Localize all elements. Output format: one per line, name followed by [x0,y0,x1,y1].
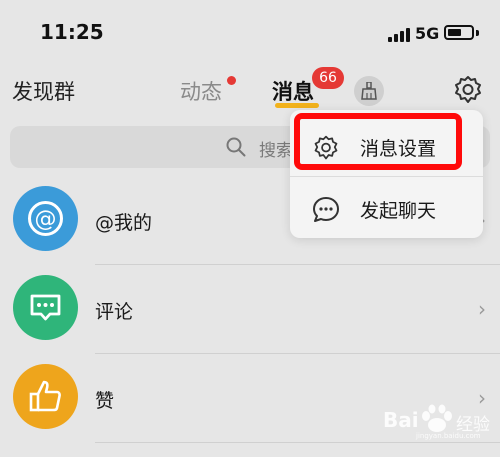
likes-avatar [13,364,78,429]
list-item-label: 赞 [95,390,115,412]
messages-unread-badge: 66 [312,67,344,89]
mentions-avatar: @ [13,186,78,251]
divider [95,442,500,443]
active-tab-indicator [275,103,319,108]
status-time: 11:25 [40,20,104,44]
comments-avatar [13,275,78,340]
watermark-brand: Bai [383,408,419,432]
network-label: 5G [415,24,440,43]
chat-bubble-icon [312,196,340,228]
search-placeholder: 搜索 [259,141,293,161]
comment-icon [13,275,78,340]
signal-icon [388,26,410,42]
list-item-label: @我的 [95,212,153,234]
tab-messages[interactable]: 消息 [272,76,314,106]
tab-discover-groups[interactable]: 发现群 [12,76,75,106]
svg-text:@: @ [35,207,57,232]
watermark-url: jingyan.baidu.com [416,432,481,440]
gear-icon [455,76,481,103]
paw-icon [422,404,452,432]
clear-unread-button[interactable] [354,76,384,106]
baidu-jingyan-watermark: Bai 经验 jingyan.baidu.com [380,400,498,442]
list-item-label: 评论 [95,301,134,323]
thumbs-up-icon [13,364,78,429]
status-bar: 11:25 5G [0,0,500,62]
feed-unread-dot [227,76,236,85]
settings-gear-button[interactable] [452,74,484,106]
at-icon: @ [13,186,78,251]
list-item-comments[interactable]: 评论 › [0,265,500,354]
tab-feed[interactable]: 动态 [180,76,222,106]
battery-icon [444,25,474,40]
menu-divider [290,176,483,177]
highlight-annotation-box [294,113,462,170]
menu-item-start-chat[interactable]: 发起聊天 [290,180,483,238]
chevron-right-icon: › [478,297,486,321]
battery-tip [476,30,479,36]
menu-item-label: 发起聊天 [360,200,437,222]
broom-icon [361,82,377,100]
search-icon [226,137,246,157]
